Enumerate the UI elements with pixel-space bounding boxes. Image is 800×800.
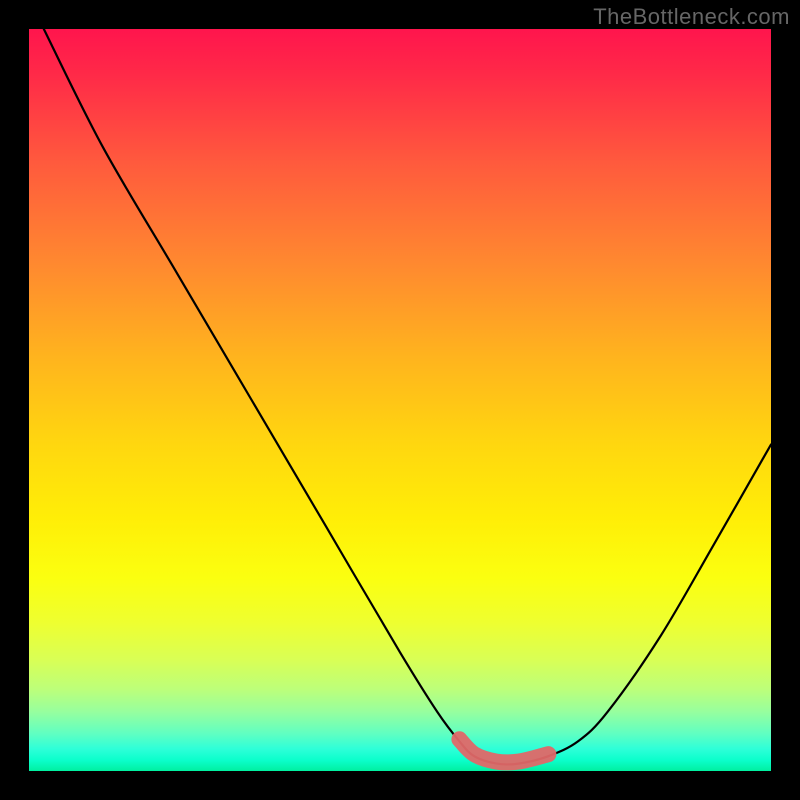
chart-frame: TheBottleneck.com (0, 0, 800, 800)
watermark-text: TheBottleneck.com (593, 4, 790, 30)
bottleneck-curve (29, 29, 771, 771)
curve-path (44, 29, 771, 765)
flat-region-highlight (459, 739, 548, 762)
plot-area (29, 29, 771, 771)
